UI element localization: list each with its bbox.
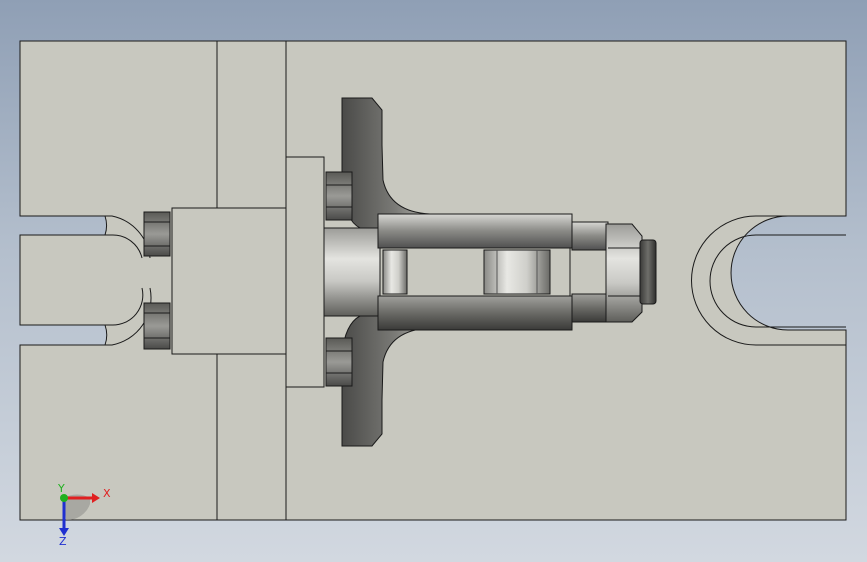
shaft-end-bottom[interactable] — [571, 293, 609, 323]
x-axis-label: X — [103, 487, 111, 500]
shaft-end-top[interactable] — [571, 221, 609, 251]
pin-small[interactable] — [382, 249, 408, 295]
y-axis-label: Y — [57, 482, 65, 495]
roller[interactable] — [483, 249, 551, 295]
cad-viewport[interactable]: X Y Z — [0, 0, 867, 562]
z-axis-label: Z — [59, 535, 67, 548]
end-nut[interactable] — [605, 223, 643, 323]
mount-plate[interactable] — [285, 156, 325, 388]
hex-nut-mount-top[interactable] — [325, 171, 353, 221]
fork-arm-top[interactable] — [377, 213, 573, 249]
hub-cylinder[interactable] — [323, 227, 381, 317]
fork-arm-bottom[interactable] — [377, 295, 573, 331]
hex-nut-left-top[interactable] — [143, 211, 171, 257]
end-washer[interactable] — [639, 239, 657, 305]
clamp-block[interactable] — [171, 207, 288, 355]
hex-nut-left-bottom[interactable] — [143, 302, 171, 350]
hex-nut-mount-bottom[interactable] — [325, 337, 353, 387]
